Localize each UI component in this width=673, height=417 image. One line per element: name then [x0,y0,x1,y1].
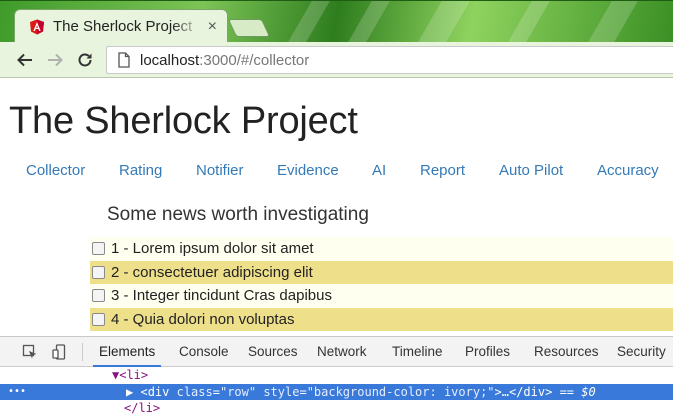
tag-li-close: </li> [124,401,161,415]
reload-icon [78,52,92,66]
news-list: 1 - Lorem ipsum dolor sit amet 2 - conse… [90,237,673,331]
tab-network[interactable]: Network [317,344,367,359]
expand-arrow-icon[interactable]: ▶ [126,385,133,399]
news-checkbox[interactable] [92,242,105,256]
list-item: 4 - Quia dolori non voluptas [90,307,673,331]
list-item: 2 - consectetuer adipiscing elit [90,260,673,284]
list-item: 1 - Lorem ipsum dolor sit amet [90,237,673,261]
close-tab-icon[interactable]: × [208,18,217,36]
nav-link-auto-pilot[interactable]: Auto Pilot [499,162,563,179]
decor-stripe [588,1,638,42]
tab-console[interactable]: Console [179,344,229,359]
attr-class-name: class [176,384,213,399]
nav-link-rating[interactable]: Rating [119,162,162,179]
news-text: 3 - Integer tincidunt Cras dapibus [111,287,332,305]
attr-equals: = [299,384,307,399]
decor-stripe [508,1,550,42]
forward-button[interactable] [40,45,70,75]
url-host: localhost [140,51,200,69]
tab-resources[interactable]: Resources [534,344,599,359]
tag-div-rest: >…</div> [494,384,553,399]
dom-node-li-open[interactable]: ▼<li> [0,367,673,384]
inspect-element-icon[interactable] [17,339,43,365]
tag-div-open: <div [140,384,170,399]
browser-tab[interactable]: The Sherlock Project × [14,9,228,43]
nav-link-report[interactable]: Report [420,162,465,179]
nav-link-evidence[interactable]: Evidence [277,162,339,179]
tab-sources[interactable]: Sources [248,344,298,359]
page-title: The Sherlock Project [9,100,358,142]
attr-style-value: "background-color: ivory;" [306,384,495,399]
news-checkbox[interactable] [92,265,105,279]
decor-stripe [348,1,390,42]
new-tab-button[interactable] [227,19,271,37]
list-item: 3 - Integer tincidunt Cras dapibus [90,284,673,308]
device-mode-icon[interactable] [47,339,73,365]
browser-toolbar: localhost:3000/#/collector [0,42,673,78]
tag-li-open: ▼<li> [112,368,149,382]
nav-link-collector[interactable]: Collector [26,162,85,179]
selected-node-ref: == $0 [559,384,596,399]
dom-node-div-selected[interactable]: ••• ▶ <div class="row" style="background… [0,383,673,401]
tab-elements[interactable]: Elements [92,344,162,367]
news-text: 2 - consectetuer adipiscing elit [111,263,313,281]
main-nav: Collector Rating Notifier Evidence AI Re… [0,162,673,186]
dom-tree: ▼<li> ••• ▶ <div class="row" style="back… [0,367,673,417]
toolbar-divider [82,342,83,361]
tab-title: The Sherlock Project [53,18,193,35]
nav-link-ai[interactable]: AI [372,162,386,179]
url-path: :3000/#/collector [199,51,310,69]
devtools-tab-bar: Elements Console Sources Network Timelin… [0,337,673,367]
tab-security[interactable]: Security [617,344,666,359]
more-options-icon[interactable]: ••• [8,384,26,401]
decor-stripe [288,1,330,42]
arrow-left-icon [17,53,32,66]
attr-class-value: "row" [219,384,257,399]
arrow-right-icon [48,53,63,66]
dom-node-li-close[interactable]: </li> [0,400,673,417]
news-text: 1 - Lorem ipsum dolor sit amet [111,240,314,258]
back-button[interactable] [10,45,40,75]
attr-equals: = [212,384,220,399]
tab-timeline[interactable]: Timeline [392,344,443,359]
angular-icon [29,19,45,35]
browser-tab-strip: The Sherlock Project × [0,0,673,43]
devtools-panel: Elements Console Sources Network Timelin… [0,336,673,417]
nav-link-accuracy[interactable]: Accuracy [597,162,659,179]
news-heading: Some news worth investigating [107,204,369,225]
news-text: 4 - Quia dolori non voluptas [111,310,295,328]
decor-stripe [418,1,470,42]
news-checkbox[interactable] [92,289,105,303]
page-icon [118,52,130,68]
news-checkbox[interactable] [92,312,105,326]
nav-link-notifier[interactable]: Notifier [196,162,244,179]
tab-profiles[interactable]: Profiles [465,344,510,359]
attr-style-name: style [263,384,300,399]
reload-button[interactable] [70,45,100,75]
address-bar[interactable]: localhost:3000/#/collector [106,46,673,74]
